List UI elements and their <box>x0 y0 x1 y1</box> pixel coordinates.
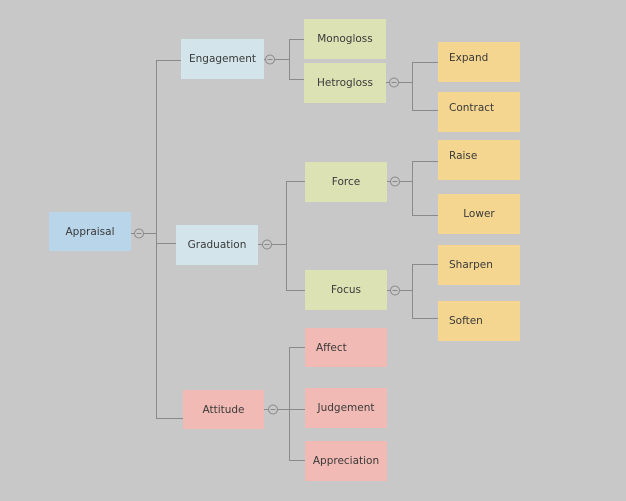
node-affect[interactable]: Affect <box>305 328 387 367</box>
node-label: Contract <box>449 102 495 114</box>
node-label: Raise <box>449 150 478 162</box>
node-soften[interactable]: Soften <box>438 301 520 341</box>
collapse-button-graduation[interactable] <box>262 239 273 250</box>
collapse-button-engagement[interactable] <box>265 54 276 65</box>
node-label: Hetrogloss <box>317 77 373 89</box>
node-sharpen[interactable]: Sharpen <box>438 245 520 285</box>
node-expand[interactable]: Expand <box>438 42 520 82</box>
node-label: Attitude <box>202 403 245 416</box>
node-graduation[interactable]: Graduation <box>176 225 258 265</box>
node-contract[interactable]: Contract <box>438 92 520 132</box>
node-label: Engagement <box>189 53 256 65</box>
node-label: Graduation <box>187 239 247 251</box>
node-force[interactable]: Force <box>305 162 387 202</box>
node-lower[interactable]: Lower <box>438 194 520 234</box>
node-raise[interactable]: Raise <box>438 140 520 180</box>
collapse-button-hetrogloss[interactable] <box>389 77 400 88</box>
node-attitude[interactable]: Attitude <box>183 390 264 429</box>
node-label: Soften <box>449 315 483 327</box>
node-label: Affect <box>316 341 347 354</box>
node-appraisal[interactable]: Appraisal <box>49 212 131 251</box>
node-label: Expand <box>449 52 489 64</box>
node-appreciation[interactable]: Appreciation <box>305 441 387 481</box>
node-monogloss[interactable]: Monogloss <box>304 19 386 59</box>
node-label: Appreciation <box>312 455 380 467</box>
node-label: Judgement <box>317 402 375 414</box>
node-hetrogloss[interactable]: Hetrogloss <box>304 63 386 103</box>
node-label: Force <box>331 176 361 188</box>
collapse-button-force[interactable] <box>390 176 401 187</box>
node-label: Monogloss <box>317 33 373 45</box>
node-focus[interactable]: Focus <box>305 270 387 310</box>
node-label: Lower <box>463 208 495 220</box>
collapse-button-appraisal[interactable] <box>134 228 145 239</box>
node-engagement[interactable]: Engagement <box>181 39 264 79</box>
collapse-button-attitude[interactable] <box>268 404 279 415</box>
node-label: Appraisal <box>65 225 115 238</box>
node-judgement[interactable]: Judgement <box>305 388 387 428</box>
node-label: Focus <box>331 284 361 296</box>
collapse-button-focus[interactable] <box>390 285 401 296</box>
node-label: Sharpen <box>449 259 493 271</box>
